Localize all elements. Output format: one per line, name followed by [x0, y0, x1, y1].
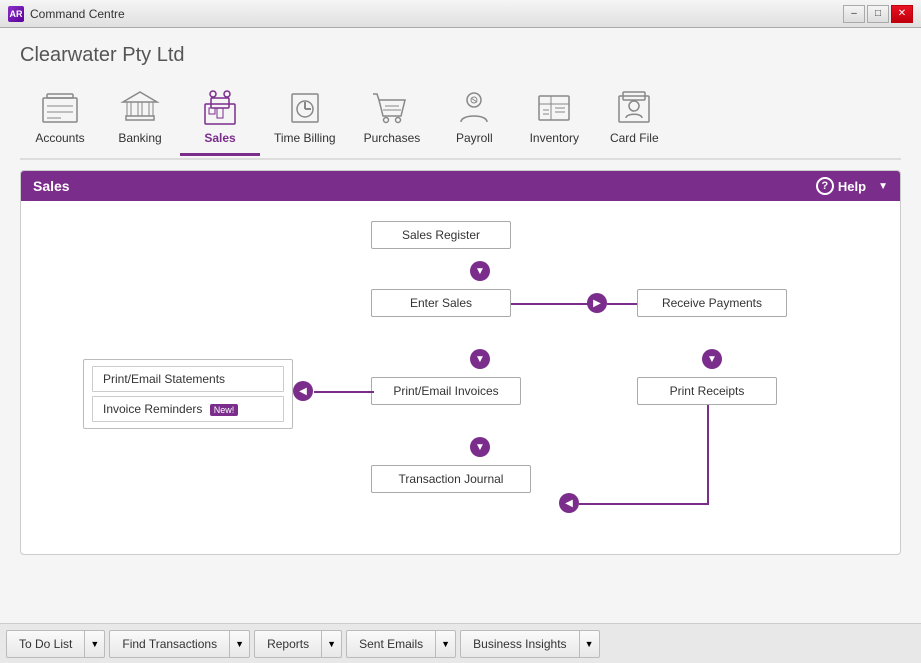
business-insights-dropdown[interactable]: ▼: [580, 630, 600, 658]
arrow-down-2: ▼: [470, 349, 490, 369]
connector-h1: [511, 303, 591, 305]
window-title: Command Centre: [30, 7, 843, 21]
payroll-icon: [450, 87, 498, 127]
arrow-left-2: ◀: [559, 493, 579, 513]
nav-item-payroll[interactable]: Payroll: [434, 81, 514, 153]
print-receipts-button[interactable]: Print Receipts: [637, 377, 777, 405]
nav-item-cardfile[interactable]: Card File: [594, 81, 674, 153]
inventory-icon: [530, 87, 578, 127]
sales-icon: [196, 87, 244, 127]
accounts-label: Accounts: [35, 131, 84, 145]
cardfile-icon: [610, 87, 658, 127]
flow-area: Sales Register ▼ Enter Sales ▶ Receive P…: [21, 201, 900, 552]
new-badge: New!: [210, 404, 239, 416]
connector-h4: [579, 503, 709, 505]
receive-payments-button[interactable]: Receive Payments: [637, 289, 787, 317]
title-bar: AR Command Centre – □ ✕: [0, 0, 921, 28]
bottom-bar: To Do List ▼ Find Transactions ▼ Reports…: [0, 623, 921, 663]
todo-group: To Do List ▼: [6, 630, 105, 658]
connector-h2: [607, 303, 637, 305]
nav-bar: Accounts Banking: [20, 81, 901, 160]
nav-item-banking[interactable]: Banking: [100, 81, 180, 153]
find-transactions-dropdown[interactable]: ▼: [230, 630, 250, 658]
timebilling-icon: [281, 87, 329, 127]
reports-dropdown[interactable]: ▼: [322, 630, 342, 658]
reports-group: Reports ▼: [254, 630, 342, 658]
close-button[interactable]: ✕: [891, 5, 913, 23]
find-transactions-button[interactable]: Find Transactions: [109, 630, 230, 658]
accounts-icon: [36, 87, 84, 127]
sales-label: Sales: [204, 131, 235, 145]
statements-group: Print/Email Statements Invoice Reminders…: [83, 359, 293, 429]
maximize-button[interactable]: □: [867, 5, 889, 23]
sales-panel: Sales ? Help ▼ Sales Register ▼ Enter Sa…: [20, 170, 901, 555]
sent-emails-group: Sent Emails ▼: [346, 630, 456, 658]
find-transactions-group: Find Transactions ▼: [109, 630, 250, 658]
window-controls[interactable]: – □ ✕: [843, 5, 913, 23]
invoice-reminders-button[interactable]: Invoice Reminders New!: [92, 396, 284, 422]
print-email-statements-button[interactable]: Print/Email Statements: [92, 366, 284, 392]
business-insights-button[interactable]: Business Insights: [460, 630, 579, 658]
help-label: Help: [838, 179, 866, 194]
sales-panel-title: Sales: [33, 178, 70, 194]
nav-item-purchases[interactable]: Purchases: [350, 81, 435, 153]
connector-v1: [707, 405, 709, 505]
nav-item-sales[interactable]: Sales: [180, 81, 260, 156]
inventory-label: Inventory: [530, 131, 579, 145]
sent-emails-button[interactable]: Sent Emails: [346, 630, 436, 658]
todo-dropdown[interactable]: ▼: [85, 630, 105, 658]
reports-button[interactable]: Reports: [254, 630, 322, 658]
minimize-button[interactable]: –: [843, 5, 865, 23]
nav-item-timebilling[interactable]: Time Billing: [260, 81, 350, 153]
help-controls[interactable]: ? Help ▼: [816, 177, 888, 195]
business-insights-group: Business Insights ▼: [460, 630, 599, 658]
arrow-right-1: ▶: [587, 293, 607, 313]
help-dropdown-arrow[interactable]: ▼: [878, 181, 888, 192]
arrow-down-1: ▼: [470, 261, 490, 281]
transaction-journal-button[interactable]: Transaction Journal: [371, 465, 531, 493]
arrow-down-4: ▼: [470, 437, 490, 457]
arrow-down-3: ▼: [702, 349, 722, 369]
help-icon: ?: [816, 177, 834, 195]
print-email-invoices-button[interactable]: Print/Email Invoices: [371, 377, 521, 405]
help-button[interactable]: ? Help: [816, 177, 866, 195]
banking-label: Banking: [118, 131, 161, 145]
timebilling-label: Time Billing: [274, 131, 336, 145]
banking-icon: [116, 87, 164, 127]
main-content: Clearwater Pty Ltd Accounts: [0, 28, 921, 623]
nav-item-accounts[interactable]: Accounts: [20, 81, 100, 153]
company-name: Clearwater Pty Ltd: [20, 44, 901, 67]
cardfile-label: Card File: [610, 131, 659, 145]
purchases-icon: [368, 87, 416, 127]
enter-sales-button[interactable]: Enter Sales: [371, 289, 511, 317]
sent-emails-dropdown[interactable]: ▼: [436, 630, 456, 658]
arrow-left-1: ◀: [293, 381, 313, 401]
connector-h3: [314, 391, 374, 393]
payroll-label: Payroll: [456, 131, 493, 145]
purchases-label: Purchases: [364, 131, 421, 145]
app-icon: AR: [8, 6, 24, 22]
nav-item-inventory[interactable]: Inventory: [514, 81, 594, 153]
sales-panel-header: Sales ? Help ▼: [21, 171, 900, 201]
sales-register-button[interactable]: Sales Register: [371, 221, 511, 249]
todo-button[interactable]: To Do List: [6, 630, 85, 658]
